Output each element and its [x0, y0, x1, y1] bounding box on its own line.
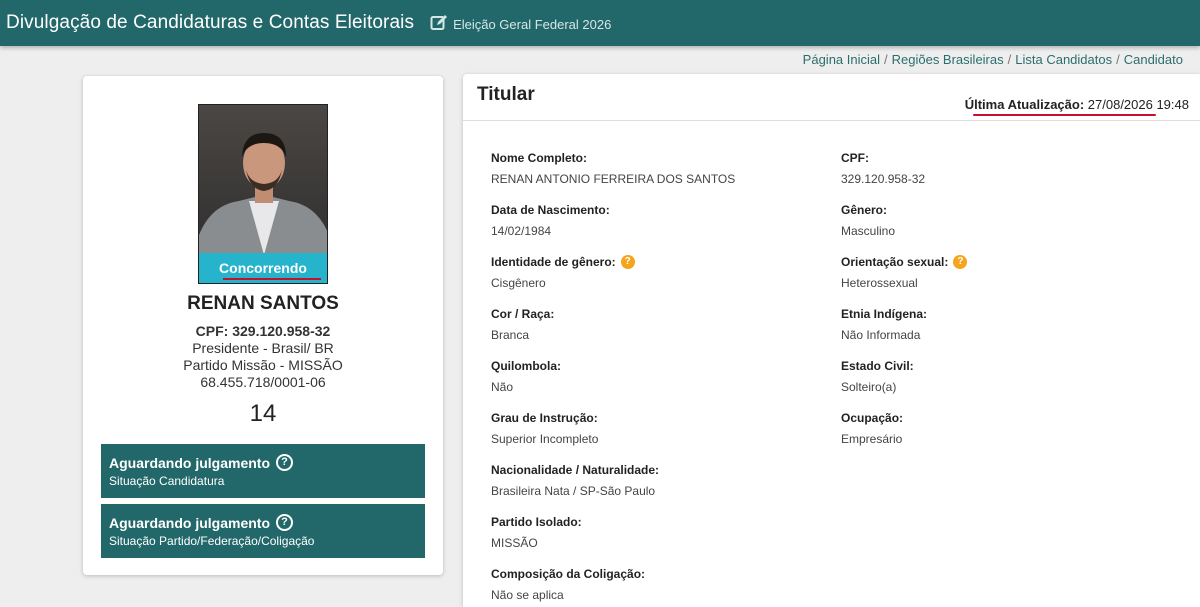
candidate-photo: Concorrendo [198, 104, 328, 284]
field-race: Cor / Raça: Branca [491, 307, 554, 342]
breadcrumb-candidate-list[interactable]: Lista Candidatos [1015, 52, 1112, 67]
situation-party-title: Aguardando julgamento [109, 514, 270, 531]
field-full-name: Nome Completo: RENAN ANTONIO FERREIRA DO… [491, 151, 735, 186]
help-icon[interactable]: ? [953, 255, 968, 269]
field-value: RENAN ANTONIO FERREIRA DOS SANTOS [491, 172, 736, 186]
annotation-underline [973, 114, 1156, 116]
field-value: 14/02/1984 [491, 224, 552, 238]
field-label: Etnia Indígena: [841, 307, 928, 321]
field-value: Empresário [841, 432, 903, 446]
breadcrumb-separator: / [1116, 52, 1120, 67]
field-label: Nacionalidade / Naturalidade: [491, 463, 660, 477]
field-value: Brasileira Nata / SP-São Paulo [491, 484, 656, 498]
field-sexual-orientation: Orientação sexual:? Heterossexual [841, 255, 968, 290]
status-banner: Concorrendo [199, 253, 327, 283]
field-value: Heterossexual [841, 276, 918, 290]
status-label: Concorrendo [219, 260, 307, 276]
breadcrumb-current: Candidato [1123, 52, 1183, 67]
situation-candidature-subtitle: Situação Candidatura [109, 474, 225, 488]
candidate-number: 14 [249, 400, 277, 427]
help-icon[interactable]: ? [620, 255, 635, 269]
last-updated-value: 27/08/2026 19:48 [1087, 97, 1189, 112]
breadcrumb-regions[interactable]: Regiões Brasileiras [892, 52, 1004, 67]
field-label: Ocupação: [841, 411, 904, 425]
field-label: Gênero: [841, 203, 888, 217]
last-updated: Última Atualização: 27/08/2026 19:48 [965, 97, 1189, 112]
question-circle-icon[interactable]: ? [276, 454, 293, 471]
field-label: Orientação sexual: [841, 255, 949, 269]
field-label: Quilombola: [491, 359, 561, 373]
field-label: Grau de Instrução: [491, 411, 598, 425]
field-label: Cor / Raça: [491, 307, 555, 321]
field-label: Nome Completo: [491, 151, 587, 165]
breadcrumb-separator: / [1007, 52, 1012, 67]
field-gender: Gênero: Masculino [841, 203, 895, 238]
field-value: Não se aplica [491, 588, 564, 602]
field-occupation: Ocupação: Empresário [841, 411, 903, 446]
field-marital-status: Estado Civil: Solteiro(a) [841, 359, 914, 394]
field-label: Estado Civil: [841, 359, 914, 373]
question-circle-icon[interactable]: ? [276, 514, 293, 531]
situation-party-box: Aguardando julgamento ? Situação Partido… [101, 504, 425, 558]
candidate-role: Presidente - Brasil/ BR [192, 340, 334, 356]
breadcrumb: Página Inicial / Regiões Brasileiras / Lista… [803, 52, 1183, 67]
breadcrumb-home[interactable]: Página Inicial [803, 52, 880, 67]
field-quilombola: Quilombola: Não [491, 359, 561, 394]
field-birth-date: Data de Nascimento: 14/02/1984 [491, 203, 610, 238]
details-panel: Titular Última Atualização: 27/08/2026 1… [463, 74, 1200, 607]
field-value: 329.120.958-32 [841, 172, 926, 186]
app-title[interactable]: Divulgação de Candidaturas e Contas Elei… [6, 12, 414, 34]
field-gender-identity: Identidade de gênero:? Cisgênero [491, 255, 635, 290]
field-value: Cisgênero [491, 276, 546, 290]
panel-title: Titular [477, 84, 535, 105]
field-value: Não [491, 380, 514, 394]
candidate-name: RENAN SANTOS [187, 293, 339, 314]
field-value: Não Informada [841, 328, 921, 342]
field-label: Data de Nascimento: [491, 203, 610, 217]
field-label: Composição da Coligação: [491, 567, 646, 581]
field-label: Partido Isolado: [491, 515, 582, 529]
field-value: Solteiro(a) [841, 380, 897, 394]
situation-candidature-title: Aguardando julgamento [109, 454, 270, 471]
field-nationality: Nacionalidade / Naturalidade: Brasileira… [491, 463, 659, 498]
last-updated-label: Última Atualização: [964, 97, 1085, 112]
divider [463, 120, 1200, 121]
breadcrumb-separator: / [884, 52, 888, 67]
field-value: MISSÃO [491, 536, 538, 550]
annotation-underline [223, 278, 321, 280]
edit-square-icon [430, 14, 448, 32]
field-label-row: Identidade de gênero:? [491, 255, 635, 269]
situation-party-subtitle: Situação Partido/Federação/Coligação [109, 534, 315, 548]
situation-candidature-box: Aguardando julgamento ? Situação Candida… [101, 444, 425, 498]
candidate-cpf: CPF: 329.120.958-32 [195, 323, 331, 339]
field-coalition: Composição da Coligação: Não se aplica [491, 567, 645, 602]
field-education: Grau de Instrução: Superior Incompleto [491, 411, 598, 446]
candidate-card: Concorrendo RENAN SANTOS CPF: 329.120.95… [83, 76, 443, 575]
field-party: Partido Isolado: MISSÃO [491, 515, 582, 550]
field-cpf: CPF: 329.120.958-32 [841, 151, 925, 186]
field-value: Superior Incompleto [491, 432, 599, 446]
field-value: Branca [491, 328, 530, 342]
field-label-row: Orientação sexual:? [841, 255, 968, 269]
field-label: CPF: [841, 151, 869, 165]
field-value: Masculino [841, 224, 896, 238]
candidate-cnpj: 68.455.718/0001-06 [200, 374, 326, 390]
election-name[interactable]: Eleição Geral Federal 2026 [453, 17, 611, 32]
field-label: Identidade de gênero: [491, 255, 616, 269]
top-bar: Divulgação de Candidaturas e Contas Elei… [0, 0, 1200, 46]
candidate-party: Partido Missão - MISSÃO [183, 357, 343, 373]
field-ethnicity: Etnia Indígena: Não Informada [841, 307, 927, 342]
